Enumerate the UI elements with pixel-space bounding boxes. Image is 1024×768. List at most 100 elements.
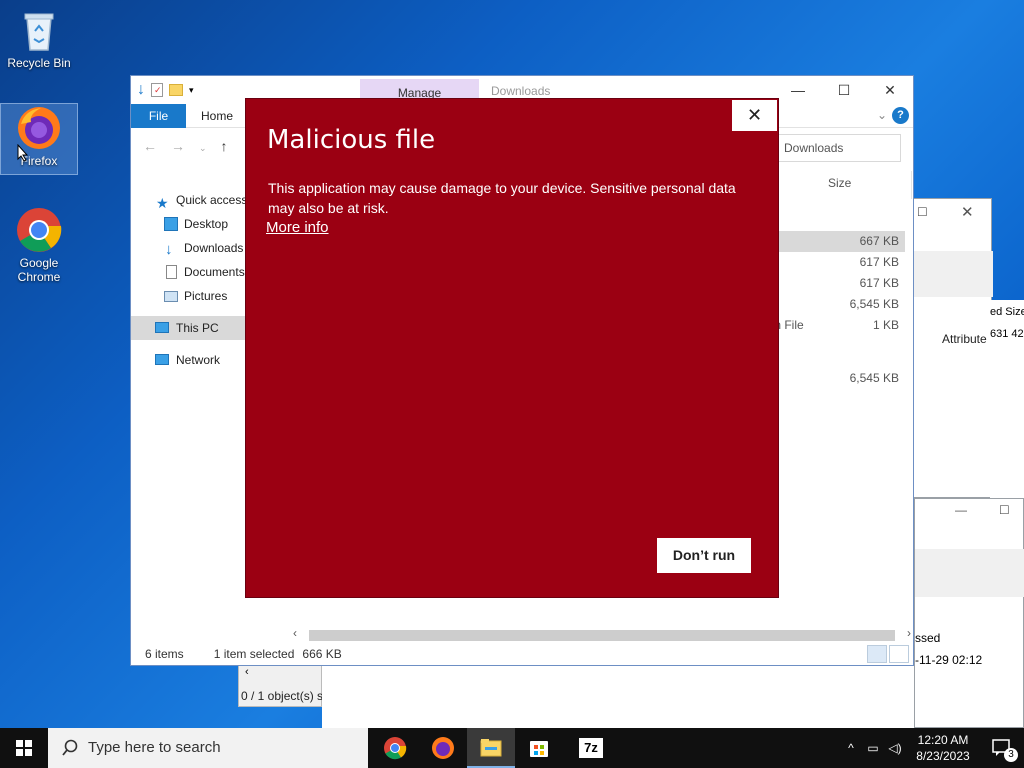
recent-dropdown-icon[interactable]: ⌄ — [199, 143, 221, 153]
search-input[interactable]: Downloads — [777, 134, 901, 162]
nav-label: Quick access — [176, 193, 248, 207]
taskbar-file-explorer[interactable] — [467, 728, 515, 768]
download-arrow-icon[interactable]: ↓ — [137, 81, 145, 99]
minimize-button[interactable]: — — [775, 76, 821, 104]
properties-icon[interactable]: ✓ — [151, 83, 163, 97]
nav-label: This PC — [176, 321, 219, 335]
more-info-link[interactable]: More info — [266, 219, 329, 236]
nav-label: Documents — [184, 265, 245, 279]
toolbar-strip — [915, 549, 1024, 597]
scroll-left-icon[interactable]: ‹ — [293, 626, 297, 640]
table-row[interactable]: 617 KB — [765, 252, 905, 273]
dont-run-button[interactable]: Don’t run — [657, 538, 751, 573]
table-row[interactable]: 617 KB — [765, 273, 905, 294]
scroll-right-icon[interactable]: › — [907, 626, 911, 640]
chrome-icon — [384, 737, 407, 760]
network-icon — [155, 354, 169, 365]
details-view-icon[interactable] — [867, 645, 887, 663]
nav-label: Network — [176, 353, 221, 367]
clock[interactable]: 12:20 AM 8/23/2023 — [906, 732, 980, 764]
taskbar-search-input[interactable]: Type here to search — [48, 728, 368, 768]
folder-icon — [480, 739, 502, 757]
recycle-bin-icon — [15, 6, 63, 54]
nav-item-downloads[interactable]: ↓ Downloads — [131, 236, 247, 260]
column-header-size[interactable]: Size — [828, 176, 851, 190]
window-title: Downloads — [491, 84, 551, 98]
clock-time: 12:20 AM — [917, 733, 969, 747]
ribbon-expand-chevron-icon[interactable]: ⌄ — [877, 108, 887, 122]
new-folder-icon[interactable] — [169, 84, 183, 96]
table-row[interactable]: 667 KB — [765, 231, 905, 252]
minimize-icon[interactable]: — — [955, 503, 967, 517]
firefox-icon — [432, 737, 454, 759]
taskbar-microsoft-store[interactable] — [515, 728, 563, 768]
nav-item-pictures[interactable]: Pictures — [131, 284, 247, 308]
volume-icon[interactable]: ◁) — [884, 741, 906, 755]
cell-size-value: 631 426 — [990, 328, 1024, 340]
attribute-header[interactable]: Attribute — [942, 332, 987, 346]
notification-count-badge: 3 — [1004, 748, 1018, 762]
nav-label: Pictures — [184, 289, 228, 303]
help-icon[interactable]: ? — [892, 107, 909, 124]
nav-item-this-pc[interactable]: This PC — [131, 316, 247, 340]
nav-label: Desktop — [184, 217, 229, 231]
mouse-cursor-icon — [17, 143, 29, 165]
scroll-left-icon[interactable]: ‹ — [245, 666, 249, 678]
search-placeholder: Type here to search — [88, 739, 221, 756]
close-button[interactable]: ✕ — [867, 76, 913, 104]
nav-item-documents[interactable]: Documents — [131, 260, 247, 284]
nav-item-quick-access[interactable]: ★ Quick access — [131, 188, 247, 212]
desktop-icon-recycle-bin[interactable]: Recycle Bin — [1, 6, 77, 76]
taskbar-chrome[interactable] — [371, 728, 419, 768]
selection-count: 1 item selected — [213, 647, 295, 661]
column-header-accessed[interactable]: ssed — [915, 631, 940, 645]
horizontal-scrollbar[interactable]: ‹ › — [291, 626, 913, 642]
quick-access-toolbar: ↓ ✓ ▾ — [137, 81, 194, 99]
background-window-lower[interactable]: — ☐ ssed -11-29 02:12 — [914, 498, 1024, 728]
desktop-icon-firefox[interactable]: Firefox — [0, 103, 78, 175]
chrome-label: Google Chrome — [17, 256, 61, 284]
maximize-icon[interactable]: ☐ — [917, 205, 928, 219]
dialog-message: This application may cause damage to you… — [268, 180, 736, 216]
status-bar: 6 items 1 item selected 666 KB — [145, 647, 342, 661]
column-header-size[interactable]: ed Size — [990, 306, 1024, 318]
up-arrow-icon[interactable]: ↑ — [221, 138, 242, 154]
close-icon[interactable]: ✕ — [961, 203, 974, 221]
back-arrow-icon[interactable]: ← — [143, 138, 171, 154]
maximize-button[interactable]: ☐ — [821, 76, 867, 104]
downloads-arrow-icon: ↓ — [165, 241, 173, 258]
qat-dropdown-icon[interactable]: ▾ — [189, 85, 194, 96]
start-button[interactable] — [0, 728, 48, 768]
tab-home[interactable]: Home — [201, 109, 233, 123]
forward-arrow-icon[interactable]: → — [171, 138, 199, 154]
table-row[interactable]: tch File 1 KB — [765, 315, 905, 336]
large-icons-view-icon[interactable] — [889, 645, 909, 663]
navigation-pane: ★ Quick access Desktop ↓ Downloads Docum… — [131, 188, 247, 372]
background-window-7zip[interactable]: ed Size 631 426 — [990, 300, 1024, 500]
status-text: 0 / 1 object(s) s — [241, 689, 324, 703]
tab-file[interactable]: File — [131, 104, 186, 128]
desktop-icon-google-chrome[interactable]: Google Chrome — [1, 206, 77, 288]
table-row[interactable]: 6,545 KB — [765, 294, 905, 315]
toolbar-strip — [901, 251, 993, 297]
maximize-icon[interactable]: ☐ — [999, 503, 1010, 517]
nav-item-network[interactable]: Network — [131, 348, 247, 372]
background-window-pane — [322, 665, 914, 728]
store-icon — [530, 741, 548, 757]
scrollbar-thumb[interactable] — [309, 630, 895, 641]
show-hidden-icons-chevron-icon[interactable]: ^ — [840, 741, 862, 755]
table-row[interactable] — [765, 336, 905, 368]
malicious-file-dialog: ✕ Malicious file This application may ca… — [245, 98, 779, 598]
taskbar-7zip[interactable]: 7z — [567, 728, 615, 768]
selection-size: 666 KB — [302, 647, 342, 661]
firefox-label: Firefox — [20, 154, 58, 168]
notification-center-icon[interactable]: 3 — [980, 728, 1024, 768]
network-icon[interactable]: ▭ — [862, 741, 884, 755]
dialog-close-button[interactable]: ✕ — [731, 99, 778, 132]
search-icon — [62, 728, 78, 768]
table-row[interactable]: 6,545 KB — [765, 368, 905, 389]
nav-item-desktop[interactable]: Desktop — [131, 212, 247, 236]
taskbar-firefox[interactable] — [419, 728, 467, 768]
recycle-bin-label: Recycle Bin — [7, 56, 71, 70]
nav-buttons: ←→⌄↑ — [143, 138, 242, 154]
